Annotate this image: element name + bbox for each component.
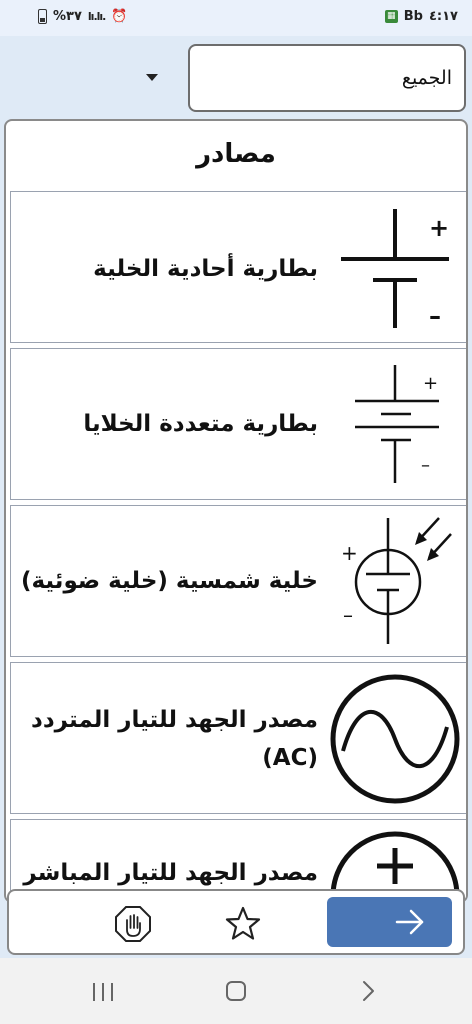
svg-text:–: – (343, 603, 353, 627)
system-nav-bar (0, 958, 472, 1024)
category-dropdown[interactable]: الجميع (188, 44, 466, 112)
list-item-multi-cell-battery[interactable]: بطارية متعددة الخلايا + – (10, 348, 466, 500)
svg-text:–: – (421, 455, 430, 476)
hand-stop-icon (115, 906, 151, 942)
arrow-right-icon (395, 909, 424, 935)
network-icon: ▦ (384, 10, 398, 23)
home-icon[interactable] (224, 978, 248, 1004)
recent-apps-icon[interactable] (90, 980, 116, 1004)
clock: ٤:١٧ (428, 9, 458, 24)
alarm-icon: ⏰ (111, 9, 128, 24)
status-right: ▦ Bb ٤:١٧ (384, 9, 458, 24)
list-item-ac-voltage-source[interactable]: مصدر الجهد للتيار المتردد (AC) (10, 662, 466, 814)
item-label: خلية شمسية (خلية ضوئية) (20, 568, 318, 594)
dropdown-selected-value: الجميع (401, 67, 452, 89)
item-label: مصدر الجهد للتيار المباشر (23, 860, 318, 886)
back-icon[interactable] (356, 978, 380, 1004)
bottom-toolbar (7, 889, 465, 955)
item-label: بطارية أحادية الخلية (93, 256, 318, 282)
signal-icon: lı.lı. (87, 10, 106, 23)
favorite-button[interactable] (223, 904, 263, 944)
battery-icon (38, 9, 47, 24)
list-item-solar-cell[interactable]: خلية شمسية (خلية ضوئية) + – (10, 505, 466, 657)
status-bar: %٣٧ lı.lı. ⏰ ▦ Bb ٤:١٧ (0, 0, 472, 36)
panel-title: مصادر (196, 139, 276, 169)
svg-text:+: + (423, 373, 438, 394)
status-left: %٣٧ lı.lı. ⏰ (38, 9, 128, 24)
svg-text:+: + (341, 541, 358, 565)
chevron-down-icon[interactable] (146, 74, 158, 81)
solar-cell-symbol-icon: + – (341, 517, 452, 644)
battery-level: %٣٧ (53, 9, 82, 24)
svg-text:–: – (429, 302, 441, 330)
ac-voltage-source-symbol-icon (330, 674, 460, 804)
symbols-panel: مصادر بطارية أحادية الخلية + – بطارية مت… (4, 119, 468, 903)
multi-cell-battery-symbol-icon: + – (355, 365, 439, 483)
item-label: بطارية متعددة الخلايا (83, 411, 318, 437)
item-label: مصدر الجهد للتيار المتردد (AC) (31, 707, 318, 771)
next-button[interactable] (327, 897, 452, 947)
stop-button[interactable] (113, 904, 153, 944)
svg-text:+: + (429, 214, 449, 242)
star-icon (225, 906, 261, 940)
single-cell-battery-symbol-icon: + – (341, 209, 449, 330)
carrier-text: Bb (403, 9, 423, 24)
list-item-single-cell-battery[interactable]: بطارية أحادية الخلية + – (10, 191, 466, 343)
